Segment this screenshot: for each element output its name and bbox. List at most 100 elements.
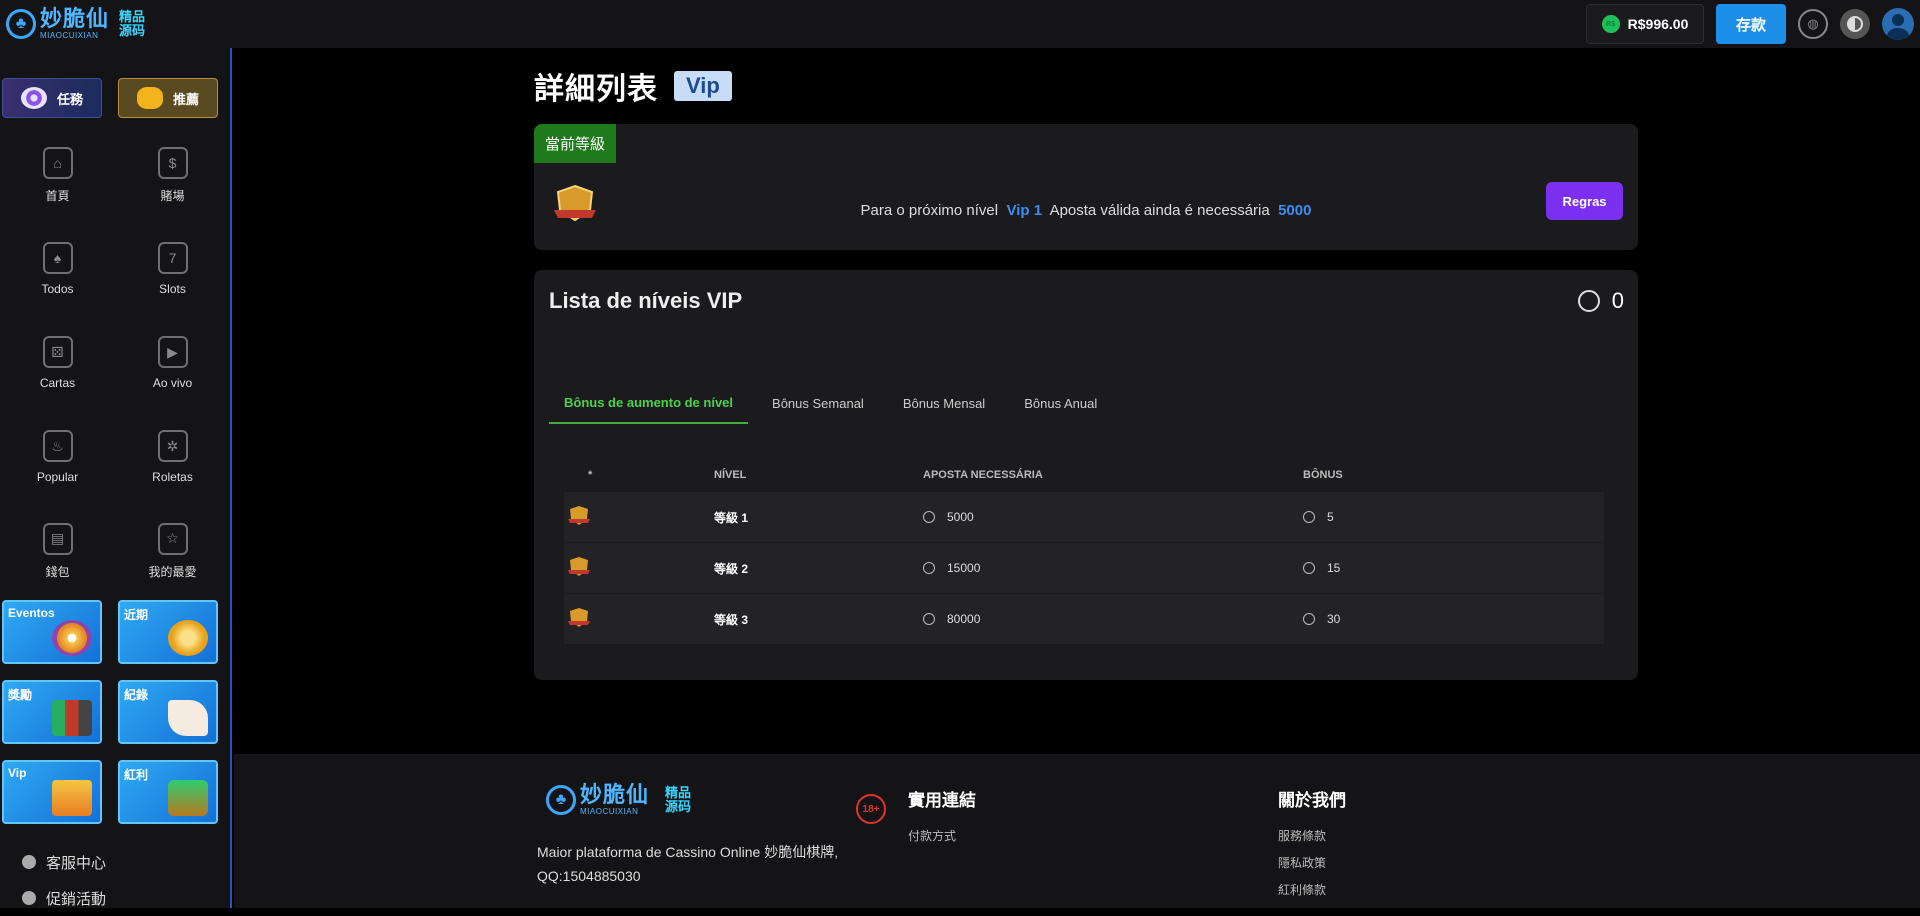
footer-link-bonus-terms[interactable]: 紅利條款: [1278, 877, 1346, 904]
sidebar: 任務 推薦 ⌂ 首頁 $ 賭場 ♠ Todos 7 Slots ⚄ Cartas ▶ Ao …: [0, 48, 232, 908]
vip-icon: [52, 780, 92, 816]
logo-name: 妙脆仙: [580, 782, 650, 807]
rules-button[interactable]: Regras: [1546, 182, 1623, 220]
sidebar-item-home[interactable]: ⌂ 首頁: [0, 134, 115, 216]
bet-value: 5000: [947, 510, 974, 524]
vip-list-title: Lista de níveis VIP: [549, 288, 743, 313]
footer-column-title: 實用連結: [908, 791, 976, 810]
gift-coins-icon: [136, 87, 163, 109]
level-cell: 等級 1: [714, 510, 749, 525]
cards-icon: ♠: [42, 242, 73, 274]
footer-link-payment[interactable]: 付款方式: [908, 823, 976, 850]
top-bar: ♣ 妙脆仙 MIAOCUIXIAN 精品 源码 R$ R$996.00 存款 ◍: [0, 0, 1920, 48]
card-recent[interactable]: 近期: [118, 600, 218, 664]
wallet-icon: ▤: [42, 522, 73, 555]
promo-recommend-label: 推薦: [172, 91, 199, 107]
footer-link-privacy[interactable]: 隱私政策: [1278, 850, 1346, 877]
sidebar-item-slots[interactable]: 7 Slots: [115, 228, 230, 310]
card-eventos[interactable]: Eventos: [2, 600, 102, 664]
coins-icon: [168, 620, 208, 656]
tab-weekly-bonus[interactable]: Bônus Semanal: [757, 382, 879, 424]
level-cell: 等級 2: [714, 561, 749, 576]
sidebar-link-label: 促銷活動: [46, 890, 107, 908]
promo-task-button[interactable]: 任務: [2, 78, 102, 118]
promo-recommend-button[interactable]: 推薦: [118, 78, 218, 118]
sidebar-item-popular[interactable]: ♨ Popular: [0, 416, 115, 498]
next-level-middle: Aposta válida ainda é necessária: [1049, 202, 1270, 219]
bonus-value: 15: [1327, 561, 1341, 575]
logo-subtitle: MIAOCUIXIAN: [580, 807, 639, 816]
next-level-prefix: Para o próximo nível: [860, 202, 999, 219]
sidebar-item-favorites[interactable]: ☆ 我的最愛: [115, 510, 230, 592]
bet-cell: 15000: [923, 561, 1303, 575]
bonus-value: 30: [1327, 612, 1341, 626]
card-bonus[interactable]: 紅利: [118, 760, 218, 824]
target-icon: [20, 87, 47, 109]
bet-value: 15000: [947, 561, 981, 575]
vip-shield-icon: [568, 505, 590, 525]
card-vip[interactable]: Vip: [2, 760, 102, 824]
footer-description-line: Maior plataforma de Cassino Online 妙脆仙棋牌…: [537, 844, 839, 860]
sidebar-link-support[interactable]: 客服中心: [22, 844, 230, 880]
footer-description-line: QQ:1504885030: [537, 868, 641, 884]
card-label: 紀錄: [124, 688, 149, 702]
card-label: 獎勵: [8, 688, 33, 702]
deposit-button[interactable]: 存款: [1716, 4, 1786, 44]
age-restriction-icon: 18+: [856, 794, 886, 824]
card-records[interactable]: 紀錄: [118, 680, 218, 744]
next-level-name: Vip 1: [1006, 202, 1043, 219]
bonus-cell: 30: [1303, 612, 1604, 626]
sidebar-item-wallet[interactable]: ▤ 錢包: [0, 510, 115, 592]
sidebar-item-ao-vivo[interactable]: ▶ Ao vivo: [115, 322, 230, 404]
level-cell: 等級 3: [714, 612, 749, 627]
sidebar-item-roletas[interactable]: ✲ Roletas: [115, 416, 230, 498]
logo-mark: ♣ 妙脆仙 MIAOCUIXIAN: [546, 784, 649, 816]
dice-icon: ⚄: [42, 336, 73, 368]
tab-monthly-bonus[interactable]: Bônus Mensal: [888, 382, 1000, 424]
sidebar-item-label: 我的最愛: [148, 564, 197, 579]
bonus-tabs: Bônus de aumento de nível Bônus Semanal …: [549, 382, 1121, 424]
main-content: 詳細列表 Vip 當前等級 Para o próximo nível Vip 1…: [534, 48, 1638, 680]
globe-icon[interactable]: ◍: [1798, 9, 1828, 39]
footer-logo[interactable]: ♣ 妙脆仙 MIAOCUIXIAN 精品 源码: [546, 784, 691, 816]
home-icon: ⌂: [42, 146, 73, 179]
sidebar-item-label: Cartas: [39, 376, 76, 390]
live-tv-icon: ▶: [157, 336, 188, 368]
sidebar-item-label: 賭場: [160, 188, 185, 203]
sidebar-item-label: Slots: [159, 282, 186, 296]
avatar-icon[interactable]: [1882, 8, 1914, 40]
bet-cell: 5000: [923, 510, 1303, 524]
roulette-icon: ✲: [157, 430, 188, 462]
balance-amount: R$996.00: [1627, 16, 1689, 32]
bonus-cell: 5: [1303, 510, 1604, 524]
column-header: APOSTA NECESSÁRIA: [923, 469, 1043, 481]
sidebar-link-promotions[interactable]: 促銷活動: [22, 880, 230, 916]
tab-annual-bonus[interactable]: Bônus Anual: [1009, 382, 1112, 424]
table-header: * NÍVEL APOSTA NECESSÁRIA BÔNUS: [564, 458, 1604, 492]
sidebar-item-label: 錢包: [45, 564, 70, 579]
column-header: BÔNUS: [1303, 469, 1343, 481]
sidebar-item-casino[interactable]: $ 賭場: [115, 134, 230, 216]
site-logo[interactable]: ♣ 妙脆仙 MIAOCUIXIAN 精品 源码: [6, 8, 145, 40]
card-rewards[interactable]: 獎勵: [2, 680, 102, 744]
next-level-required: 5000: [1278, 202, 1312, 219]
coin-stack-icon: [923, 613, 935, 625]
contrast-icon[interactable]: [1840, 9, 1870, 39]
card-label: Vip: [8, 766, 27, 780]
current-level-panel: 當前等級 Para o próximo nível Vip 1 Aposta v…: [534, 124, 1638, 250]
sidebar-item-label: Roletas: [152, 470, 193, 484]
sidebar-item-cartas[interactable]: ⚄ Cartas: [0, 322, 115, 404]
coin-stack-icon: [1577, 290, 1600, 312]
logo-subtitle: MIAOCUIXIAN: [40, 31, 99, 40]
sidebar-item-todos[interactable]: ♠ Todos: [0, 228, 115, 310]
card-label: Eventos: [8, 606, 55, 620]
headset-icon: [22, 855, 36, 869]
club-icon: ♣: [6, 9, 36, 39]
balance-display[interactable]: R$ R$996.00: [1586, 4, 1704, 44]
wheel-icon: [52, 620, 92, 656]
footer-link-terms[interactable]: 服務條款: [1278, 823, 1346, 850]
money-bag-icon: $: [157, 146, 188, 179]
column-header: NÍVEL: [714, 469, 747, 481]
tab-level-up-bonus[interactable]: Bônus de aumento de nível: [549, 382, 749, 424]
vip-level-table: * NÍVEL APOSTA NECESSÁRIA BÔNUS 等級 1 500…: [564, 458, 1604, 645]
